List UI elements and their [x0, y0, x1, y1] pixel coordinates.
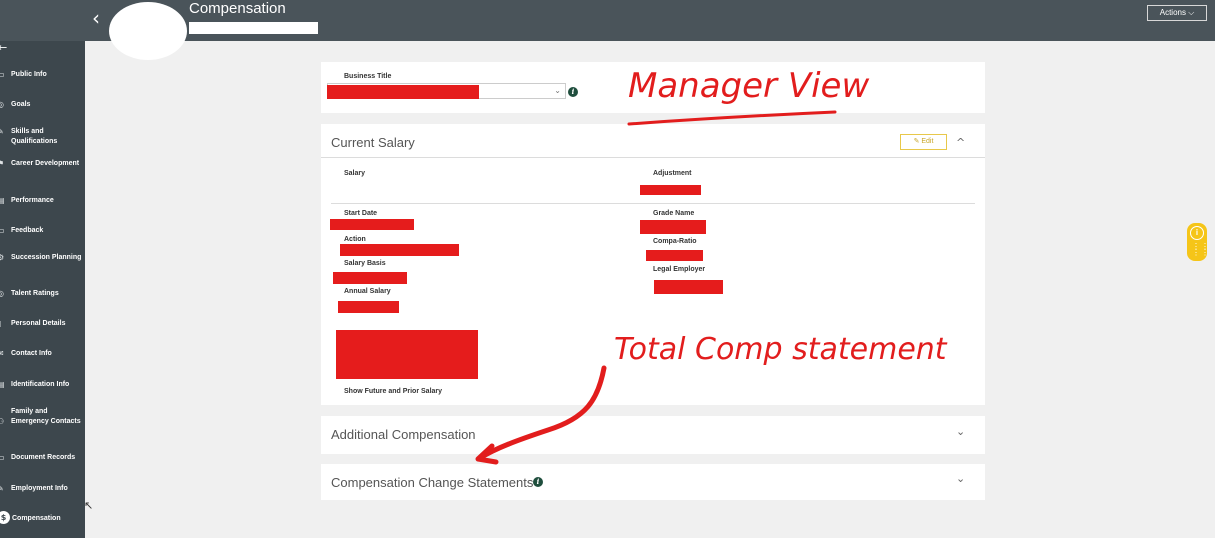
- redacted-annual-salary: [338, 301, 399, 313]
- legal-employer-label: Legal Employer: [653, 266, 706, 273]
- chevron-down-icon: ⌄: [554, 86, 561, 95]
- sidebar-item-label: Compensation: [12, 515, 61, 522]
- redacted-salary-basis: [333, 272, 407, 284]
- redacted-adjustment: [640, 185, 701, 195]
- folder-icon: ▭: [0, 453, 5, 462]
- redacted-subtitle: [189, 22, 318, 34]
- redacted-start-date: [330, 219, 414, 230]
- action-label: Action: [344, 236, 366, 243]
- salary-basis-label: Salary Basis: [344, 260, 386, 267]
- document-icon: ▯: [0, 319, 1, 329]
- edit-button[interactable]: ✎ Edit: [900, 134, 947, 150]
- profile-card-icon: ▭: [0, 70, 5, 79]
- rating-icon: ◎: [0, 289, 4, 298]
- redacted-salary-chart: [336, 330, 478, 379]
- divider: [321, 157, 985, 158]
- info-icon[interactable]: i: [533, 477, 543, 487]
- total-comp-statement-annotation: Total Comp statement: [614, 332, 947, 367]
- sidebar-item-label: Personal Details: [11, 320, 66, 327]
- show-future-prior-salary-link[interactable]: Show Future and Prior Salary: [344, 388, 442, 395]
- arrow-annotation: [475, 365, 607, 465]
- sidebar-item-label: Talent Ratings: [11, 290, 59, 297]
- chevron-down-icon[interactable]: ⌄: [956, 472, 965, 485]
- compensation-change-statements-card[interactable]: Compensation Change Statements i ⌄: [321, 464, 985, 500]
- briefcase-icon: ✎: [0, 484, 4, 493]
- grid-icon: ⋮⋮ ⋮⋮: [1192, 242, 1210, 257]
- sidebar-item-label: Contact Info: [11, 350, 52, 357]
- sidebar: ← ▭ Public Info ◎ Goals ✎ Skills and Qua…: [0, 41, 85, 538]
- sidebar-item-label: Performance: [11, 197, 54, 204]
- dollar-icon: $: [0, 511, 10, 524]
- business-title-label: Business Title: [344, 73, 392, 80]
- underline-stroke: [627, 110, 837, 126]
- chevron-up-icon[interactable]: ^: [956, 136, 965, 149]
- compa-ratio-label: Compa-Ratio: [653, 238, 697, 245]
- pencil-icon: ✎: [0, 127, 4, 136]
- info-icon[interactable]: i: [568, 87, 578, 97]
- redacted-action: [340, 244, 459, 256]
- redacted-legal-employer: [654, 280, 723, 294]
- target-icon: ◎: [0, 100, 4, 109]
- sidebar-item-label: Feedback: [11, 227, 44, 234]
- sidebar-item-label: Goals: [11, 101, 31, 108]
- sidebar-item-label: Succession Planning: [11, 254, 82, 261]
- redacted-grade-name: [640, 220, 706, 234]
- additional-compensation-card[interactable]: Additional Compensation ⌄: [321, 416, 985, 454]
- sidebar-item-label: Family and Emergency Contacts: [11, 408, 81, 425]
- compensation-change-statements-title: Compensation Change Statements: [331, 475, 534, 490]
- clipboard-icon: ▤: [0, 196, 5, 205]
- manager-view-annotation: Manager View: [628, 66, 870, 106]
- sidebar-item-label: Career Development: [11, 160, 80, 167]
- sidebar-item-label: Public Info: [11, 71, 47, 78]
- adjustment-label: Adjustment: [653, 170, 692, 177]
- current-salary-title: Current Salary: [331, 135, 415, 150]
- grade-name-label: Grade Name: [653, 210, 695, 217]
- feedback-icon: ▭: [0, 226, 5, 235]
- avatar: [109, 2, 187, 60]
- sidebar-back-arrow-icon[interactable]: ←: [0, 41, 7, 54]
- sidebar-item-label: Identification Info: [11, 381, 70, 388]
- redacted-business-title: [327, 85, 479, 99]
- help-widget[interactable]: i ⋮⋮ ⋮⋮: [1187, 223, 1210, 261]
- flag-icon: ⚑: [0, 159, 5, 168]
- page-title: Compensation: [189, 0, 286, 17]
- divider: [331, 203, 975, 204]
- start-date-label: Start Date: [344, 210, 378, 217]
- mouse-cursor-icon: ↖: [84, 499, 94, 512]
- back-chevron-icon[interactable]: ‹: [92, 7, 100, 29]
- salary-label: Salary: [344, 170, 366, 177]
- additional-compensation-title: Additional Compensation: [331, 427, 476, 442]
- org-chart-icon: ⚙: [0, 253, 5, 262]
- info-icon: i: [1190, 226, 1204, 240]
- sidebar-item-label: Employment Info: [11, 485, 68, 492]
- annual-salary-label: Annual Salary: [344, 288, 391, 295]
- envelope-icon: ✉: [0, 349, 4, 358]
- id-card-icon: ▤: [0, 380, 5, 389]
- family-icon: ⚇: [0, 417, 5, 426]
- actions-button[interactable]: Actions ⌵: [1147, 5, 1207, 21]
- redacted-compa-ratio: [646, 250, 703, 261]
- chevron-down-icon[interactable]: ⌄: [956, 425, 965, 438]
- sidebar-item-label: Document Records: [11, 454, 76, 461]
- sidebar-item-label: Skills and Qualifications: [11, 128, 58, 145]
